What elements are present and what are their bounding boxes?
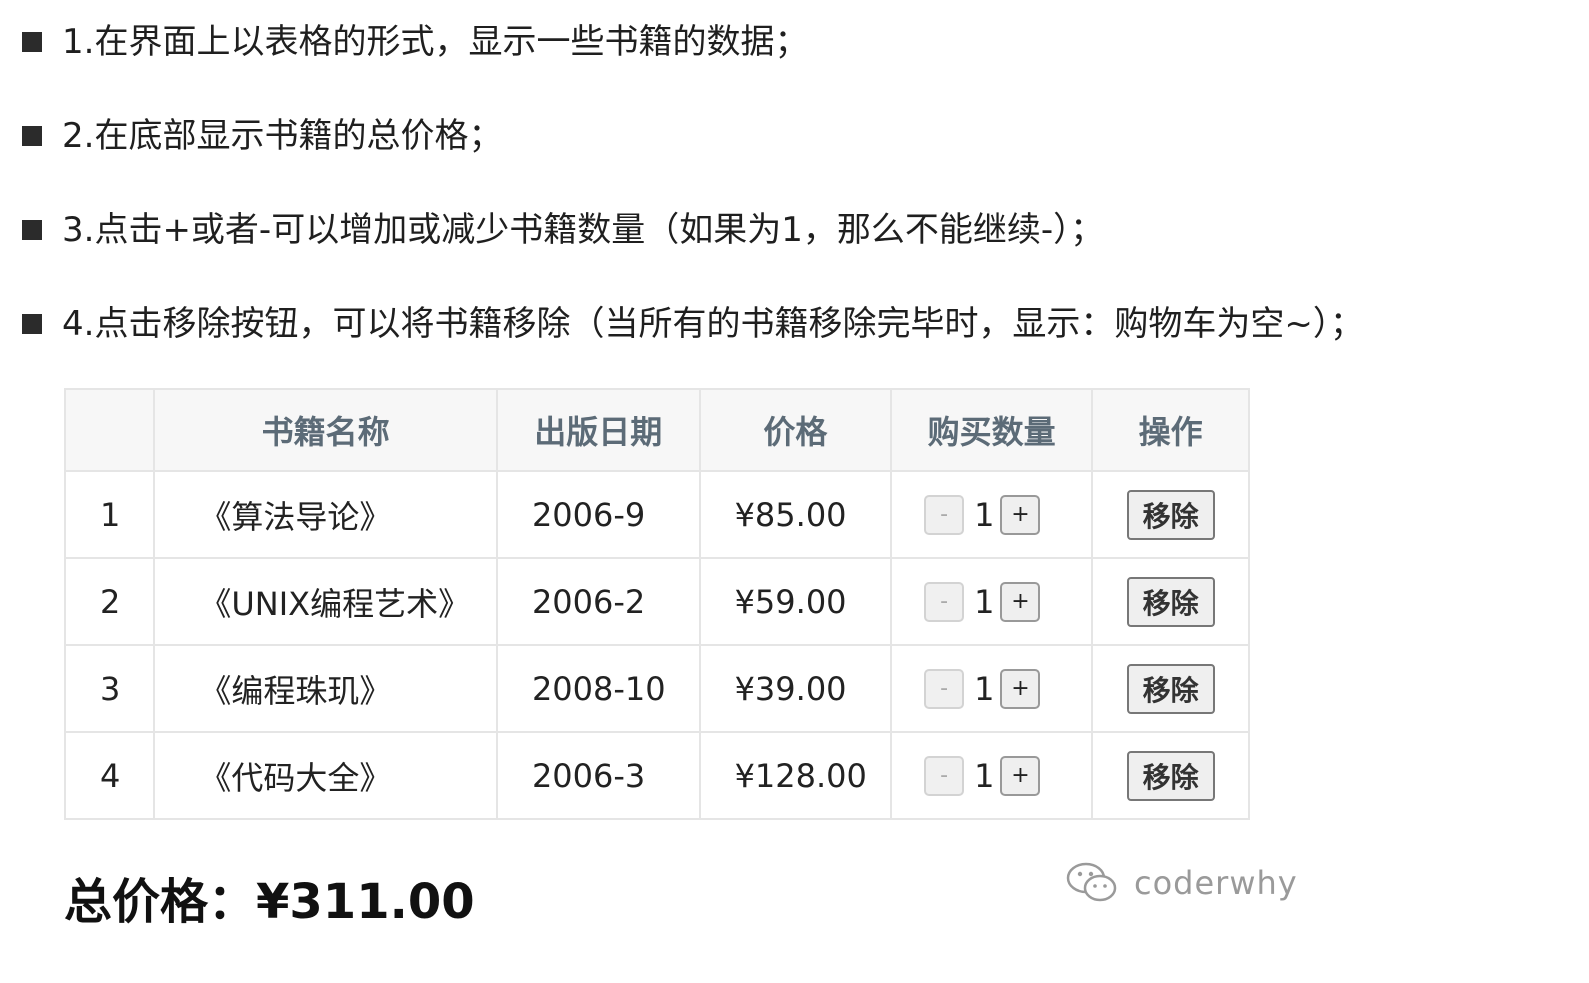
- requirement-text: 1.在界面上以表格的形式，显示一些书籍的数据；: [62, 22, 809, 62]
- increment-button[interactable]: +: [1000, 755, 1041, 796]
- row-index: 4: [63, 731, 156, 820]
- increment-button[interactable]: +: [1000, 581, 1041, 622]
- header-actions: 操作: [1091, 388, 1250, 472]
- publish-date: 2006-3: [495, 731, 701, 820]
- quantity-cell: - 1 +: [890, 731, 1094, 820]
- square-bullet-icon: [22, 220, 42, 240]
- row-index: 2: [63, 557, 156, 646]
- page: 1.在界面上以表格的形式，显示一些书籍的数据； 2.在底部显示书籍的总价格； 3…: [0, 0, 1589, 983]
- row-index: 1: [63, 470, 156, 559]
- wechat-icon: [1066, 862, 1117, 902]
- header-publish-date: 出版日期: [495, 388, 701, 472]
- watermark-text: coderwhy: [1134, 864, 1298, 902]
- remove-button[interactable]: 移除: [1126, 663, 1215, 714]
- remove-button[interactable]: 移除: [1126, 750, 1215, 801]
- square-bullet-icon: [22, 314, 42, 334]
- quantity-stepper: - 1 +: [924, 494, 1091, 535]
- decrement-button[interactable]: -: [924, 755, 965, 796]
- quantity-cell: - 1 +: [890, 557, 1094, 646]
- table-row: 3 《编程珠玑》 2008-10 ¥39.00 - 1 + 移除: [63, 644, 1250, 733]
- requirement-item: 2.在底部显示书籍的总价格；: [22, 106, 1582, 166]
- square-bullet-icon: [22, 126, 42, 146]
- remove-button[interactable]: 移除: [1126, 576, 1215, 627]
- square-bullet-icon: [22, 32, 42, 52]
- requirement-item: 3.点击+或者-可以增加或减少书籍数量（如果为1，那么不能继续-）；: [22, 200, 1582, 260]
- book-name: 《代码大全》: [153, 731, 498, 820]
- quantity-value: 1: [974, 582, 995, 621]
- actions-cell: 移除: [1091, 644, 1250, 733]
- publish-date: 2006-9: [495, 470, 701, 559]
- quantity-cell: - 1 +: [890, 644, 1094, 733]
- requirement-item: 4.点击移除按钮，可以将书籍移除（当所有的书籍移除完毕时，显示：购物车为空~）；: [22, 294, 1582, 354]
- decrement-button[interactable]: -: [924, 668, 965, 709]
- book-price: ¥128.00: [698, 731, 893, 820]
- increment-button[interactable]: +: [1000, 494, 1041, 535]
- increment-button[interactable]: +: [1000, 668, 1041, 709]
- actions-cell: 移除: [1091, 731, 1250, 820]
- header-quantity: 购买数量: [890, 388, 1094, 472]
- decrement-button[interactable]: -: [924, 581, 965, 622]
- books-table: 书籍名称 出版日期 价格 购买数量 操作 1 《算法导论》 2006-9 ¥85…: [63, 388, 1250, 820]
- table-row: 1 《算法导论》 2006-9 ¥85.00 - 1 + 移除: [63, 470, 1250, 559]
- header-book-name: 书籍名称: [153, 388, 498, 472]
- book-price: ¥59.00: [698, 557, 893, 646]
- requirement-text: 4.点击移除按钮，可以将书籍移除（当所有的书籍移除完毕时，显示：购物车为空~）；: [62, 304, 1364, 344]
- actions-cell: 移除: [1091, 470, 1250, 559]
- quantity-cell: - 1 +: [890, 470, 1094, 559]
- quantity-value: 1: [974, 669, 995, 708]
- requirement-text: 2.在底部显示书籍的总价格；: [62, 116, 503, 156]
- table-header: 书籍名称 出版日期 价格 购买数量 操作: [63, 388, 1250, 472]
- table-body: 1 《算法导论》 2006-9 ¥85.00 - 1 + 移除 2 《UNIX编…: [63, 470, 1250, 820]
- watermark: coderwhy: [1064, 860, 1298, 906]
- requirement-item: 1.在界面上以表格的形式，显示一些书籍的数据；: [22, 12, 1582, 72]
- book-name: 《UNIX编程艺术》: [153, 557, 498, 646]
- requirement-text: 3.点击+或者-可以增加或减少书籍数量（如果为1，那么不能继续-）；: [62, 210, 1105, 250]
- book-price: ¥85.00: [698, 470, 893, 559]
- publish-date: 2006-2: [495, 557, 701, 646]
- remove-button[interactable]: 移除: [1126, 489, 1215, 540]
- quantity-stepper: - 1 +: [924, 668, 1091, 709]
- quantity-stepper: - 1 +: [924, 755, 1091, 796]
- publish-date: 2008-10: [495, 644, 701, 733]
- table-row: 4 《代码大全》 2006-3 ¥128.00 - 1 + 移除: [63, 731, 1250, 820]
- quantity-value: 1: [974, 756, 995, 795]
- total-price: 总价格：¥311.00: [64, 874, 475, 930]
- book-name: 《算法导论》: [153, 470, 498, 559]
- requirements-list: 1.在界面上以表格的形式，显示一些书籍的数据； 2.在底部显示书籍的总价格； 3…: [22, 12, 1582, 354]
- quantity-value: 1: [974, 495, 995, 534]
- quantity-stepper: - 1 +: [924, 581, 1091, 622]
- table-row: 2 《UNIX编程艺术》 2006-2 ¥59.00 - 1 + 移除: [63, 557, 1250, 646]
- table-header-row: 书籍名称 出版日期 价格 购买数量 操作: [63, 388, 1250, 472]
- decrement-button[interactable]: -: [924, 494, 965, 535]
- book-name: 《编程珠玑》: [153, 644, 498, 733]
- book-price: ¥39.00: [698, 644, 893, 733]
- header-index: [63, 388, 156, 472]
- header-price: 价格: [698, 388, 893, 472]
- row-index: 3: [63, 644, 156, 733]
- actions-cell: 移除: [1091, 557, 1250, 646]
